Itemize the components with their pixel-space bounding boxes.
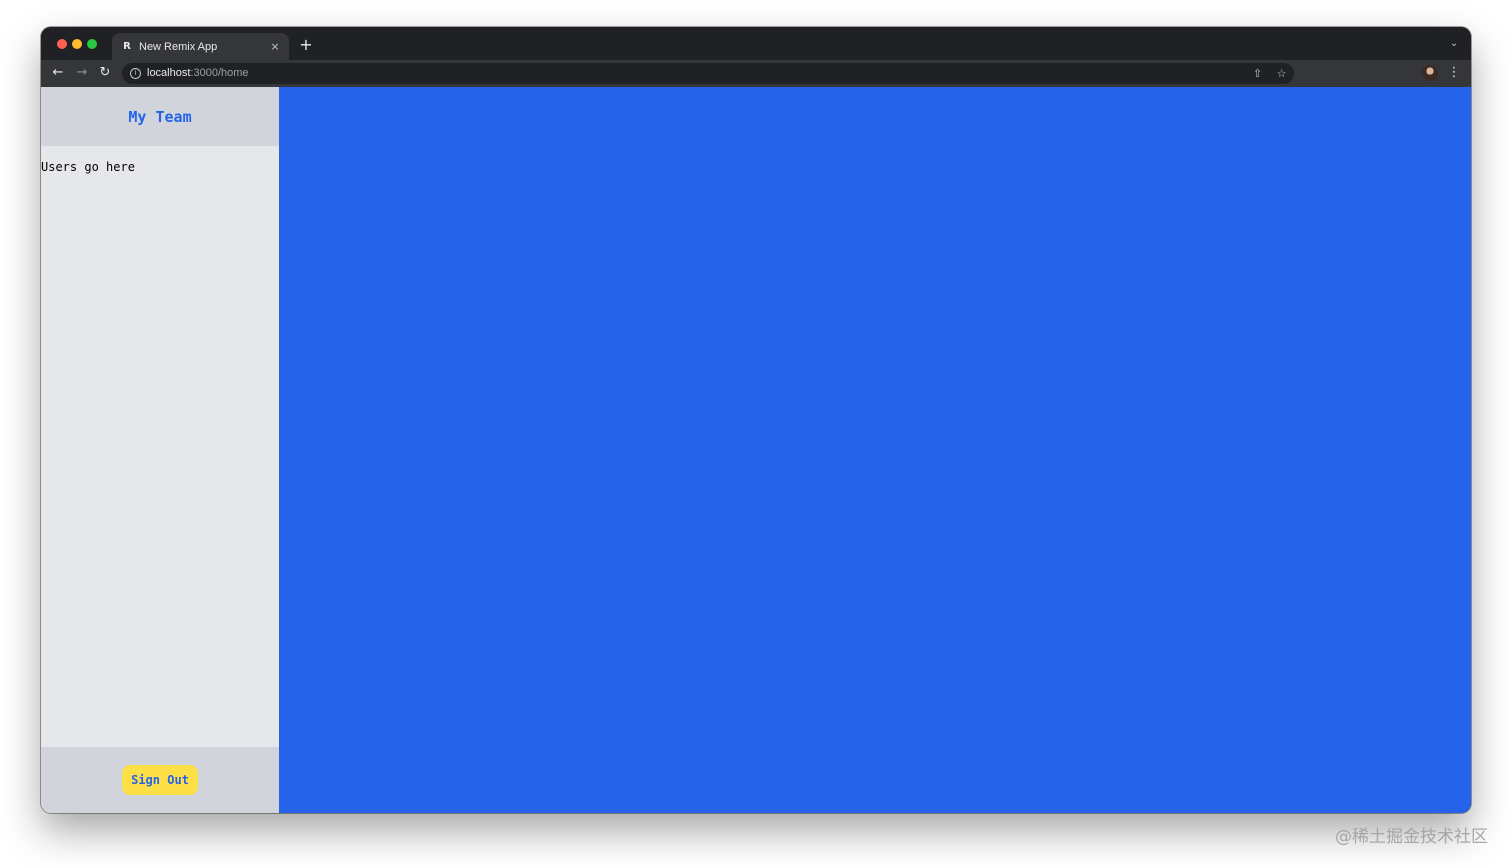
browser-toolbar: ← → ↻ i localhost:3000/home ⇧ ☆ ⋮: [41, 60, 1471, 87]
app-page: My Team Users go here Sign Out: [41, 87, 1471, 813]
browser-tab[interactable]: R New Remix App ×: [112, 33, 289, 60]
tab-strip: R New Remix App × + ⌄: [41, 27, 1471, 60]
share-icon[interactable]: ⇧: [1250, 66, 1265, 81]
url-path: :3000/home: [190, 67, 249, 79]
close-window-button[interactable]: [57, 39, 67, 49]
tab-close-icon[interactable]: ×: [268, 40, 282, 54]
bookmark-star-icon[interactable]: ☆: [1274, 66, 1289, 81]
maximize-window-button[interactable]: [87, 39, 97, 49]
sidebar-footer: Sign Out: [41, 747, 279, 813]
sidebar-header: My Team: [41, 87, 279, 146]
team-sidebar: My Team Users go here Sign Out: [41, 87, 279, 813]
tab-title: New Remix App: [139, 40, 218, 53]
sign-out-button[interactable]: Sign Out: [122, 765, 198, 795]
browser-window: R New Remix App × + ⌄ ← → ↻ i localhost:…: [41, 27, 1471, 813]
minimize-window-button[interactable]: [72, 39, 82, 49]
address-bar[interactable]: i localhost:3000/home ⇧ ☆: [122, 63, 1294, 84]
page-title: My Team: [128, 107, 192, 126]
site-info-icon[interactable]: i: [130, 68, 141, 79]
profile-avatar[interactable]: [1422, 65, 1438, 81]
remix-logo-icon: R: [123, 40, 131, 52]
reload-button[interactable]: ↻: [96, 64, 114, 82]
browser-menu-icon[interactable]: ⋮: [1446, 64, 1462, 82]
main-content: [279, 87, 1471, 813]
forward-button[interactable]: →: [73, 64, 91, 82]
tab-search-icon[interactable]: ⌄: [1447, 37, 1461, 51]
url-text[interactable]: localhost:3000/home: [147, 66, 249, 81]
new-tab-button[interactable]: +: [298, 37, 314, 53]
watermark: @稀土掘金技术社区: [1335, 827, 1488, 847]
users-list: Users go here: [41, 146, 279, 747]
url-host: localhost: [147, 67, 191, 79]
back-button[interactable]: ←: [49, 64, 67, 82]
users-placeholder: Users go here: [41, 160, 135, 174]
